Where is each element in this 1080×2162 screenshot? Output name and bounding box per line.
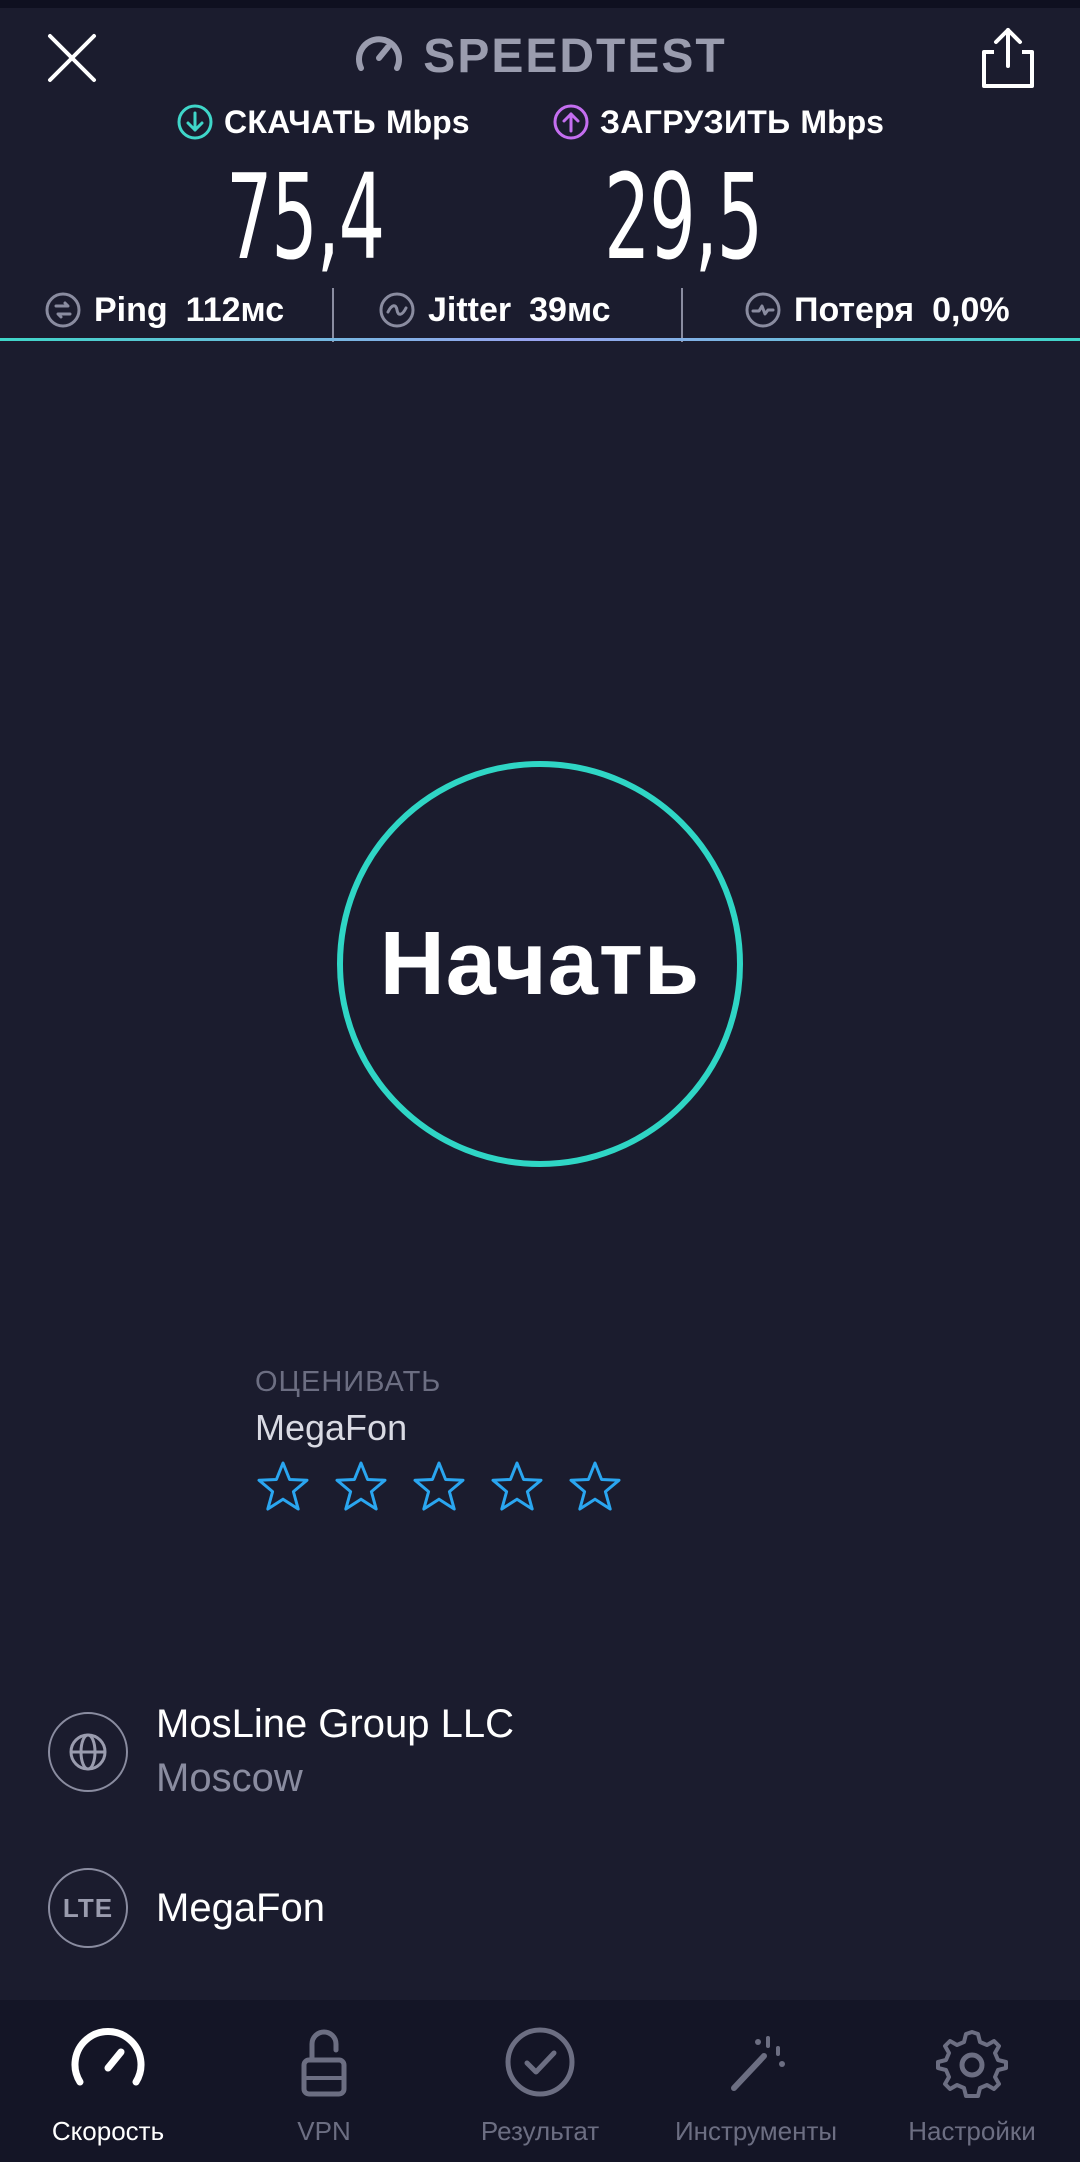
star-icon[interactable] — [567, 1459, 623, 1515]
star-icon[interactable] — [411, 1459, 467, 1515]
download-arrow-icon — [177, 104, 213, 140]
nav-tools-label: Инструменты — [674, 2116, 838, 2146]
upload-value: 29,5 — [604, 148, 763, 286]
download-label-row: СКАЧАТЬ Mbps — [176, 100, 481, 144]
bottom-navigation: Скорость VPN Результат Инструменты Настр… — [0, 2000, 1080, 2162]
network-info: LTE MegaFon — [48, 1868, 1048, 1948]
nav-speed[interactable]: Скорость — [0, 2000, 216, 2162]
globe-icon — [48, 1712, 128, 1792]
rate-provider-name: MegaFon — [255, 1407, 408, 1448]
magic-wand-icon — [731, 2036, 785, 2091]
rate-label: ОЦЕНИВАТЬ — [255, 1366, 442, 1398]
nav-tools[interactable]: Инструменты — [648, 2000, 864, 2162]
download-result: СКАЧАТЬ Mbps 75,4 — [176, 100, 481, 280]
network-provider: MegaFon — [156, 1886, 325, 1930]
star-rating — [255, 1459, 715, 1515]
metrics-row: Ping 112мс Jitter 39мс Потеря 0,0% — [0, 282, 1080, 342]
brand-logo: SPEEDTEST — [0, 24, 1080, 88]
jitter-label: Jitter — [428, 290, 512, 329]
gear-icon — [936, 2030, 1008, 2098]
ping-value: 112мс — [185, 290, 285, 329]
jitter-metric: Jitter 39мс — [378, 282, 611, 338]
packet-loss-metric: Потеря 0,0% — [744, 282, 1010, 338]
jitter-icon — [379, 292, 415, 328]
packet-loss-label: Потеря — [794, 290, 915, 329]
network-text: MegaFon — [156, 1884, 325, 1932]
lte-icon: LTE — [48, 1868, 128, 1948]
server-info[interactable]: MosLine Group LLC Moscow — [48, 1700, 1048, 1804]
jitter-value: 39мс — [529, 290, 611, 329]
speedometer-icon — [356, 36, 403, 71]
nav-vpn[interactable]: VPN — [216, 2000, 432, 2162]
brand-name: SPEEDTEST — [423, 29, 727, 83]
server-location: Moscow — [156, 1756, 303, 1800]
start-test-button[interactable]: Начать — [337, 761, 743, 1167]
speedometer-icon — [71, 2028, 145, 2086]
nav-results-label: Результат — [480, 2116, 600, 2146]
rate-provider-section: ОЦЕНИВАТЬ MegaFon — [255, 1366, 715, 1515]
download-label: СКАЧАТЬ — [224, 103, 376, 140]
packet-loss-value: 0,0% — [932, 290, 1010, 329]
nav-results[interactable]: Результат — [432, 2000, 648, 2162]
share-button[interactable] — [974, 22, 1042, 92]
upload-label-row: ЗАГРУЗИТЬ Mbps — [552, 100, 884, 144]
lte-badge: LTE — [62, 1892, 114, 1923]
upload-unit: Mbps — [800, 103, 884, 140]
download-unit: Mbps — [385, 103, 470, 140]
star-icon[interactable] — [489, 1459, 545, 1515]
speedtest-screen: SPEEDTEST СКАЧАТЬ Mbps 75,4 ЗАГРУЗИТЬ Mb… — [0, 0, 1080, 2162]
status-bar-strip — [0, 0, 1080, 8]
packet-loss-icon — [745, 292, 781, 328]
upload-label: ЗАГРУЗИТЬ — [600, 103, 791, 140]
metric-divider — [332, 288, 334, 342]
nav-vpn-label: VPN — [297, 2116, 351, 2146]
download-value: 75,4 — [226, 148, 385, 286]
nav-settings[interactable]: Настройки — [864, 2000, 1080, 2162]
unlock-icon — [301, 2029, 347, 2097]
ping-icon — [45, 292, 81, 328]
server-name: MosLine Group LLC — [156, 1702, 514, 1746]
ping-label: Ping — [94, 290, 168, 329]
upload-arrow-icon — [553, 104, 589, 140]
start-test-label: Начать — [379, 913, 701, 1014]
nav-settings-label: Настройки — [908, 2116, 1036, 2146]
ping-metric: Ping 112мс — [44, 282, 284, 338]
checkmark-circle-icon — [505, 2027, 575, 2097]
server-text: MosLine Group LLC Moscow — [156, 1700, 514, 1804]
metric-divider — [681, 288, 683, 342]
progress-line — [0, 338, 1080, 341]
nav-speed-label: Скорость — [51, 2116, 165, 2146]
star-icon[interactable] — [333, 1459, 389, 1515]
share-icon — [982, 28, 1034, 88]
star-icon[interactable] — [255, 1459, 311, 1515]
upload-result: ЗАГРУЗИТЬ Mbps 29,5 — [552, 100, 884, 280]
